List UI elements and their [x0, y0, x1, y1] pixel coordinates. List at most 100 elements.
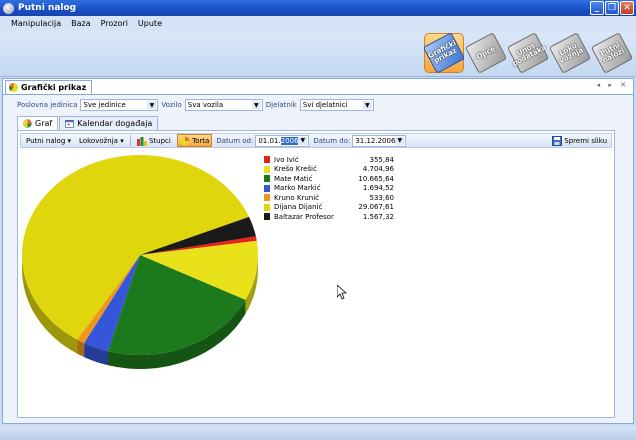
legend-value: 10.665,64: [358, 174, 394, 183]
bar-chart-icon: [136, 136, 147, 146]
save-icon: [552, 135, 563, 146]
chevron-down-icon[interactable]: ▼: [251, 101, 261, 109]
menu-bar: Manipulacija Baza Prozori Upute: [0, 16, 636, 31]
putni-nalog-label: Putni nalog: [26, 136, 66, 145]
menu-upute[interactable]: Upute: [133, 19, 167, 28]
stupci-label: Stupci: [148, 136, 171, 145]
legend-value: 1.694,52: [362, 184, 394, 193]
close-button[interactable]: ✕: [620, 1, 634, 15]
djelatnik-value: Svi djelatnici: [302, 101, 348, 109]
title-bar: Putni nalog _ ❐ ✕: [0, 0, 636, 16]
legend-value: 533,60: [369, 193, 395, 202]
datum-od-label: Datum od:: [216, 136, 254, 145]
window-title: Putni nalog: [18, 3, 77, 13]
document-window-controls[interactable]: ◂ ▸ ✕: [597, 81, 629, 89]
legend-label: Mate Matić: [274, 174, 313, 183]
opce-button[interactable]: Opće: [464, 32, 508, 74]
loko-voznja-icon: Loko vožnja: [548, 32, 592, 74]
djelatnik-label: Djelatnik: [265, 101, 297, 109]
unos-podataka-icon: Unos podataka: [506, 32, 550, 74]
toolbar-separator: [129, 135, 131, 146]
filter-bar: Poslovna jedinica Sve jedinice ▼ Vozilo …: [17, 98, 377, 112]
document-tab-label: Grafički prikaz: [21, 83, 87, 92]
datum-do-label: Datum do:: [313, 136, 351, 145]
loko-voznja-button[interactable]: Loko vožnja: [548, 32, 592, 74]
chevron-down-icon[interactable]: ▼: [395, 136, 405, 145]
pie-chart: [22, 154, 258, 369]
legend-label: Dijana Dijanić: [274, 203, 323, 212]
legend-swatch: [264, 213, 270, 221]
menu-baza[interactable]: Baza: [66, 19, 96, 28]
menu-manipulacija[interactable]: Manipulacija: [6, 19, 66, 28]
legend-value: 4.704,96: [362, 165, 394, 174]
spremi-sliku-button[interactable]: Spremi sliku: [552, 134, 607, 147]
legend-label: Krešo Krešić: [274, 165, 317, 174]
menu-prozori[interactable]: Prozori: [96, 19, 133, 28]
document-window: Grafički prikaz ◂ ▸ ✕ Poslovna jedinica …: [2, 78, 634, 424]
legend-swatch: [264, 156, 270, 164]
pie-chart-icon: [180, 136, 190, 145]
legend-swatch: [264, 175, 270, 183]
lokovoznja-label: Lokovožnja: [79, 136, 118, 145]
legend-item: Marko Markić 1.694,52: [264, 184, 394, 194]
status-bar: [0, 426, 636, 440]
opce-icon: Opće: [464, 32, 508, 74]
djelatnik-select[interactable]: Svi djelatnici ▼: [299, 99, 374, 111]
vozilo-value: Sva vozila: [187, 101, 224, 109]
datum-do-value: 31.12.2006: [355, 136, 396, 145]
datum-od-selection: 2006: [280, 136, 299, 145]
app-icon: [3, 2, 14, 14]
chevron-down-icon: ▾: [120, 136, 124, 145]
tab-kalendar[interactable]: Kalendar događaja: [59, 116, 159, 130]
datum-do-input[interactable]: 31.12.2006 ▼: [352, 134, 407, 147]
legend-label: Ivo Ivić: [274, 155, 299, 164]
legend-swatch: [264, 203, 270, 211]
legend-item: Ivo Ivić 355,84: [264, 155, 394, 165]
restore-button[interactable]: ❐: [605, 1, 619, 15]
spremi-sliku-label: Spremi sliku: [564, 136, 607, 145]
chart-legend: Ivo Ivić 355,84 Krešo Krešić 4.704,96 Mate M…: [264, 155, 394, 222]
chevron-down-icon[interactable]: ▼: [147, 101, 157, 109]
torta-label: Torta: [192, 136, 210, 145]
tab-graf[interactable]: Graf: [17, 116, 59, 130]
legend-swatch: [264, 184, 270, 192]
stupci-button[interactable]: Stupci: [135, 134, 173, 147]
chevron-down-icon: ▾: [67, 136, 72, 145]
legend-value: 355,84: [369, 155, 395, 164]
lokovoznja-dropdown[interactable]: Lokovožnja ▾: [77, 134, 126, 147]
torta-button[interactable]: Torta: [176, 134, 213, 147]
chart-panel: Putni nalog ▾ Lokovožnja ▾ Stupci Torta …: [17, 130, 615, 418]
pie-chart-icon: [23, 119, 32, 128]
legend-item: Mate Matić 10.665,64: [264, 174, 394, 184]
vozilo-select[interactable]: Sva vozila ▼: [184, 99, 263, 111]
putni-nalog-dropdown[interactable]: Putni nalog ▾: [24, 134, 73, 147]
legend-item: Dijana Dijanić 29.067,61: [264, 203, 394, 213]
chart-toolbar: Putni nalog ▾ Lokovožnja ▾ Stupci Torta …: [20, 133, 612, 148]
chevron-down-icon[interactable]: ▼: [362, 101, 372, 109]
tab-kalendar-label: Kalendar događaja: [77, 119, 153, 128]
legend-value: 29.067,61: [358, 203, 394, 212]
mouse-cursor-icon: [337, 285, 347, 300]
poslovna-jedinica-select[interactable]: Sve jedinice ▼: [80, 99, 159, 111]
vozilo-label: Vozilo: [161, 101, 182, 109]
datum-od-prefix: 01.01.: [258, 136, 281, 145]
unos-podataka-button[interactable]: Unos podataka: [506, 32, 550, 74]
document-tab[interactable]: Grafički prikaz: [5, 80, 93, 94]
chevron-down-icon[interactable]: ▼: [298, 136, 308, 145]
legend-label: Baltazar Profesor: [274, 212, 334, 221]
datum-od-input[interactable]: 01.01. 2006 ▼: [255, 134, 310, 147]
legend-value: 1.567,32: [362, 212, 394, 221]
poslovna-jedinica-label: Poslovna jedinica: [17, 101, 78, 109]
minimize-button[interactable]: _: [590, 1, 604, 15]
tab-graf-label: Graf: [35, 119, 53, 128]
poslovna-jedinica-value: Sve jedinice: [83, 101, 126, 109]
content-area: Poslovna jedinica Sve jedinice ▼ Vozilo …: [3, 94, 633, 423]
view-tabs: Graf Kalendar događaja: [17, 116, 159, 130]
calendar-icon: [65, 119, 75, 128]
legend-item: Baltazar Profesor 1.567,32: [264, 212, 394, 222]
legend-label: Kruno Krunić: [274, 193, 319, 202]
graficki-prikaz-button[interactable]: Grafički prikaz: [422, 32, 466, 74]
ribbon-toolbar: Grafički prikaz Opće Unos podataka Loko …: [0, 31, 636, 77]
pie-chart-icon: [9, 83, 18, 92]
putni-nalozi-button[interactable]: Putni nalozi: [590, 32, 634, 74]
